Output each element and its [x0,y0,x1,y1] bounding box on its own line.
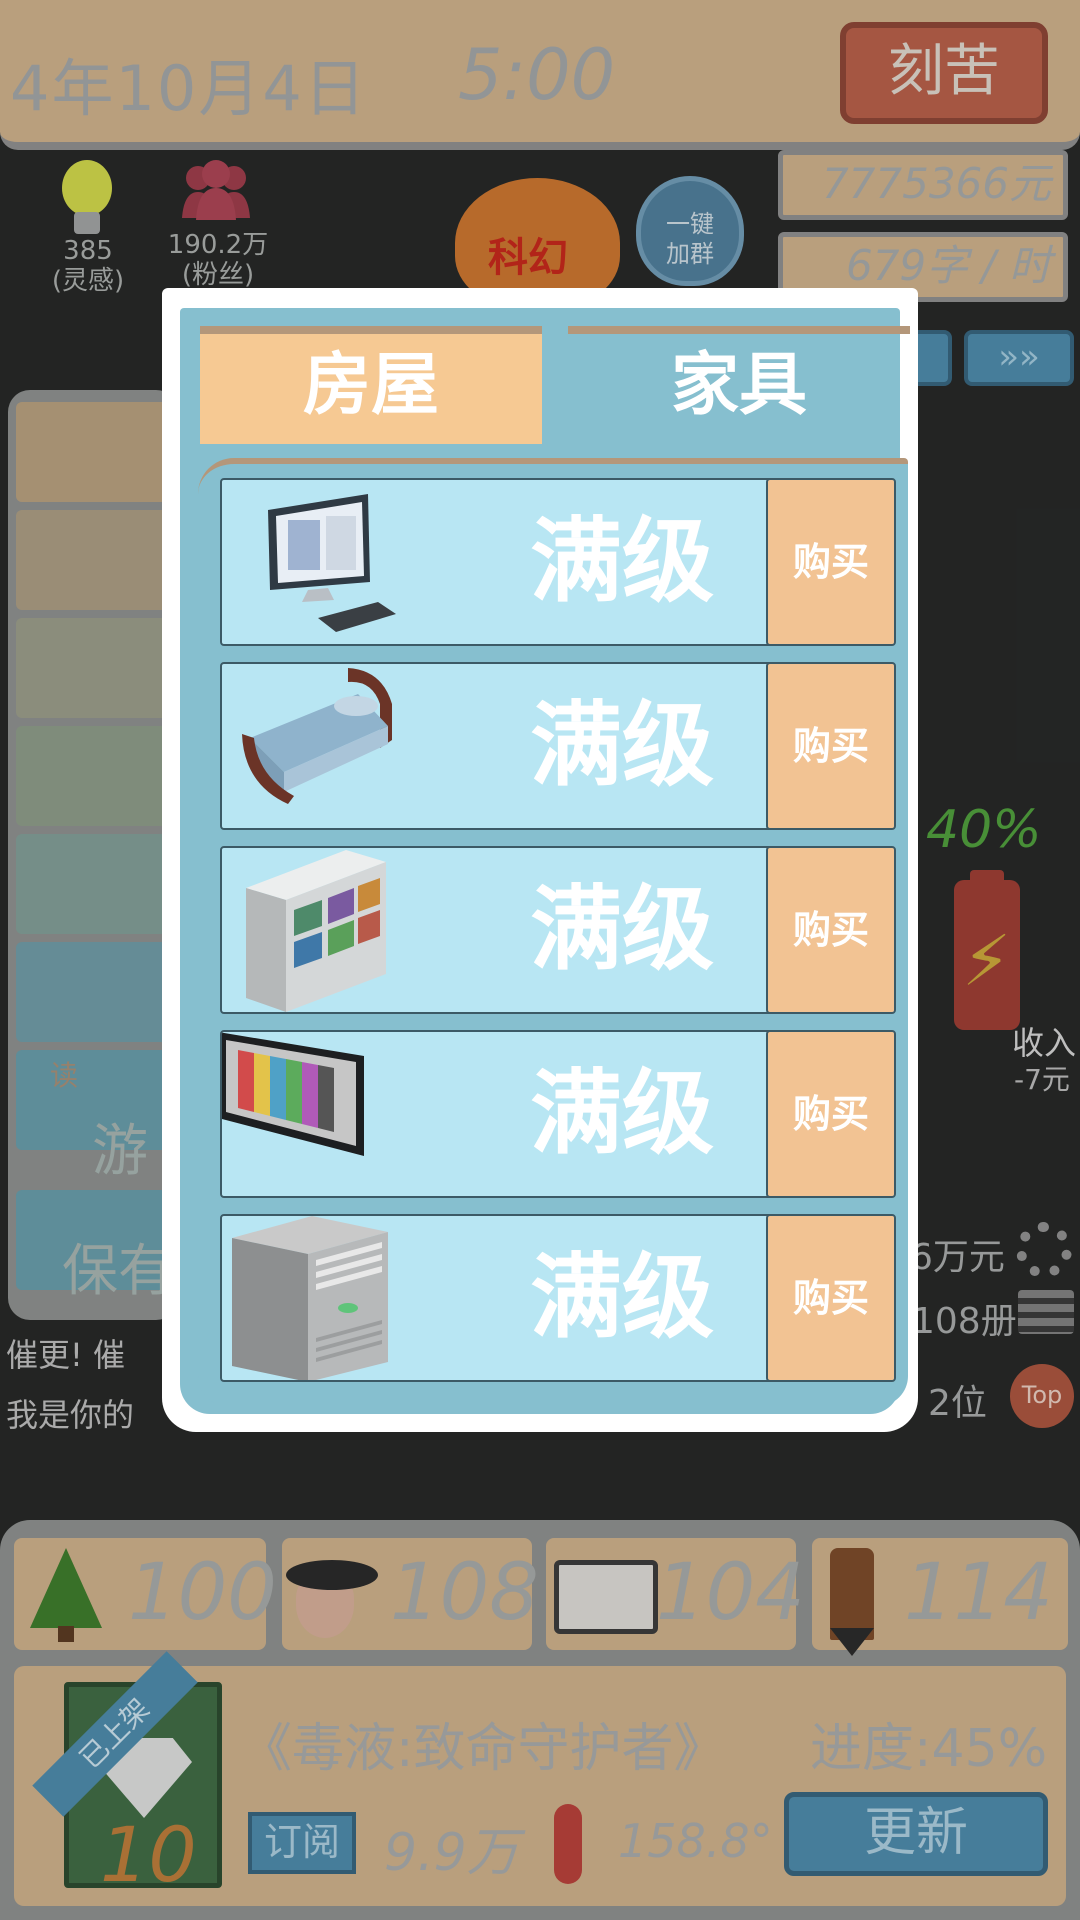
item-level: 满级 [529,508,714,615]
item-level: 满级 [529,876,714,983]
computer-icon [268,494,396,632]
game-screen: { "header": { "date": "4年10月4日", "time":… [0,0,1080,1920]
buy-button[interactable]: 购买 [766,1032,894,1196]
item-level: 满级 [529,1244,714,1351]
buy-button[interactable]: 购买 [766,1216,894,1380]
furniture-row-computer: 满级 购买 [220,478,896,646]
bookshelf-icon [246,850,386,1012]
air-conditioner-icon [232,1216,388,1380]
item-level: 满级 [529,692,714,799]
shop-modal-body: 房屋 家具 满级 购买 满级 购买 满级 购买 满级 购买 满级 购买 [180,308,910,1414]
furniture-row-bed: 满级 购买 [220,662,896,830]
buy-button[interactable]: 购买 [766,848,894,1012]
bed-icon [242,668,392,804]
tv-icon [222,1032,364,1156]
tab-furniture-border [568,326,910,334]
furniture-row-bookshelf: 满级 购买 [220,846,896,1014]
furniture-row-tv: 满级 购买 [220,1030,896,1198]
buy-button[interactable]: 购买 [766,664,894,828]
tab-house[interactable]: 房屋 [200,326,542,444]
shop-modal: 房屋 家具 满级 购买 满级 购买 满级 购买 满级 购买 满级 购买 [162,288,918,1432]
tab-furniture[interactable]: 家具 [568,334,910,444]
buy-button[interactable]: 购买 [766,480,894,644]
furniture-list: 满级 购买 满级 购买 满级 购买 满级 购买 满级 购买 [198,458,908,1406]
furniture-row-air-conditioner: 满级 购买 [220,1214,896,1382]
item-level: 满级 [529,1060,714,1167]
